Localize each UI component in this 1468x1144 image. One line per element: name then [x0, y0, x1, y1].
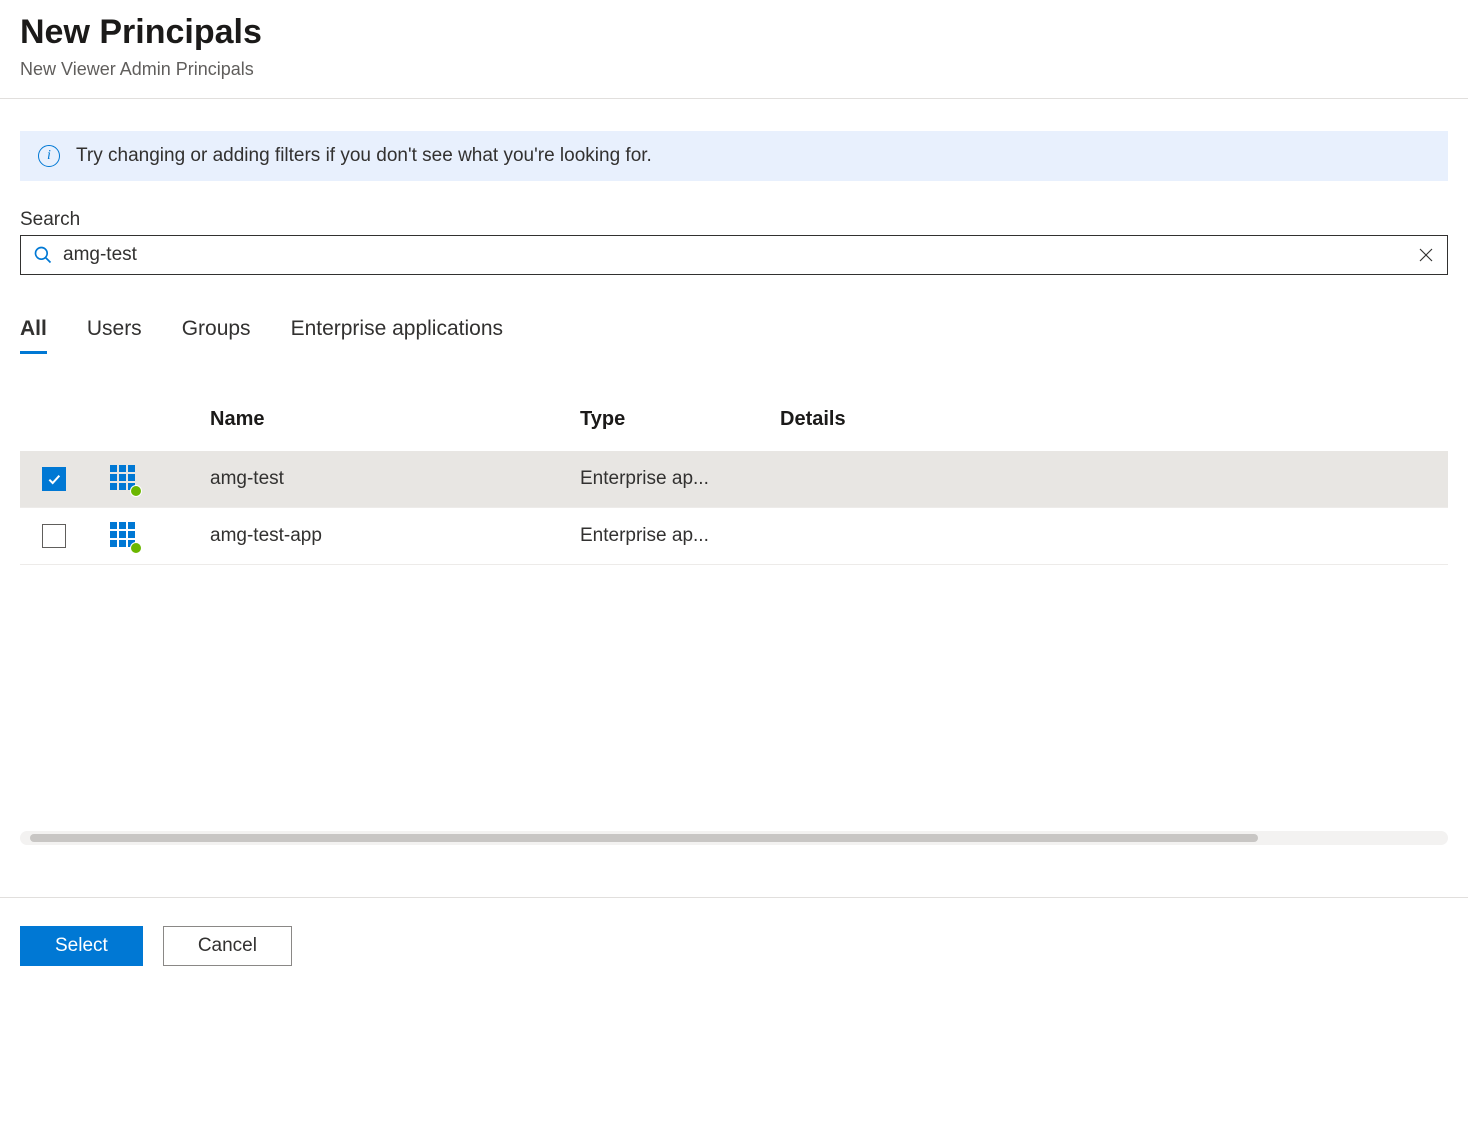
- row-name: amg-test-app: [210, 525, 580, 547]
- table-row[interactable]: amg-test Enterprise ap...: [20, 451, 1448, 508]
- info-banner-text: Try changing or adding filters if you do…: [76, 145, 652, 167]
- filter-tabs: All Users Groups Enterprise applications: [20, 317, 1448, 354]
- search-label: Search: [20, 209, 1448, 231]
- row-checkbox[interactable]: [42, 467, 66, 491]
- row-checkbox[interactable]: [42, 524, 66, 548]
- clear-icon[interactable]: [1417, 246, 1435, 264]
- footer-actions: Select Cancel: [0, 897, 1468, 994]
- tab-groups[interactable]: Groups: [182, 317, 251, 354]
- row-type: Enterprise ap...: [580, 468, 780, 490]
- scrollbar-thumb[interactable]: [30, 834, 1258, 842]
- search-field[interactable]: [20, 235, 1448, 275]
- search-input[interactable]: [63, 244, 1407, 266]
- panel-header: New Principals New Viewer Admin Principa…: [0, 0, 1468, 99]
- row-type: Enterprise ap...: [580, 525, 780, 547]
- row-name: amg-test: [210, 468, 580, 490]
- table-row[interactable]: amg-test-app Enterprise ap...: [20, 508, 1448, 565]
- info-banner: i Try changing or adding filters if you …: [20, 131, 1448, 181]
- results-table: Name Type Details: [20, 398, 1448, 831]
- enterprise-app-icon: [110, 465, 138, 493]
- column-header-details[interactable]: Details: [780, 408, 1448, 431]
- horizontal-scrollbar[interactable]: [20, 831, 1448, 845]
- page-title: New Principals: [20, 12, 1448, 53]
- page-subtitle: New Viewer Admin Principals: [20, 59, 1448, 80]
- tab-all[interactable]: All: [20, 317, 47, 354]
- tab-users[interactable]: Users: [87, 317, 142, 354]
- cancel-button[interactable]: Cancel: [163, 926, 292, 966]
- enterprise-app-icon: [110, 522, 138, 550]
- tab-enterprise-applications[interactable]: Enterprise applications: [291, 317, 503, 354]
- select-button[interactable]: Select: [20, 926, 143, 966]
- column-header-name[interactable]: Name: [210, 408, 580, 431]
- column-header-type[interactable]: Type: [580, 408, 780, 431]
- search-icon: [33, 245, 53, 265]
- table-header: Name Type Details: [20, 398, 1448, 451]
- info-icon: i: [38, 145, 60, 167]
